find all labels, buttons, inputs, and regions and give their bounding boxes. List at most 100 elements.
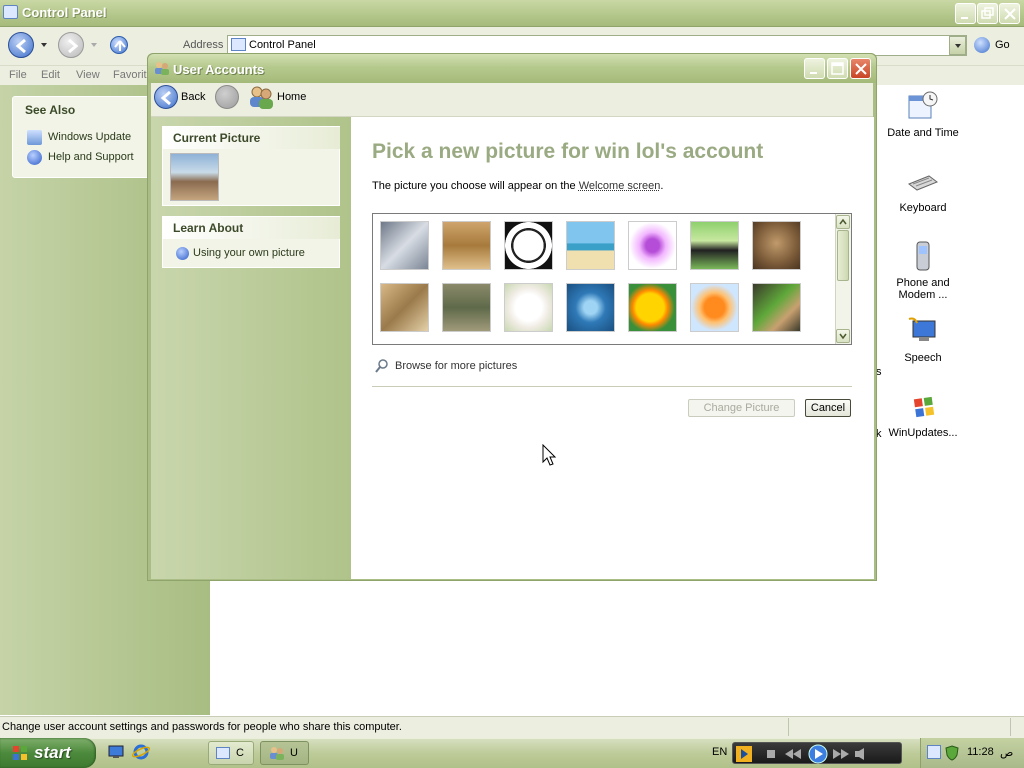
- menu-favorites[interactable]: Favorit: [113, 69, 147, 81]
- picture-option-car[interactable]: [690, 221, 739, 270]
- divider: [372, 386, 852, 387]
- speech-item[interactable]: Speech: [878, 352, 968, 364]
- keyboard-icon[interactable]: [907, 170, 939, 194]
- home-label[interactable]: Home: [277, 91, 306, 103]
- control-panel-icon: [3, 5, 18, 19]
- help-and-support-link[interactable]: Help and Support: [48, 151, 134, 163]
- minimize-icon: [961, 17, 968, 19]
- internet-explorer-icon[interactable]: [131, 744, 151, 760]
- picture-option-dog[interactable]: [504, 283, 553, 332]
- page-description: The picture you choose will appear on th…: [372, 180, 664, 192]
- picture-option-frog[interactable]: [752, 283, 801, 332]
- restore-icon: [981, 7, 994, 19]
- address-dropdown-button[interactable]: [949, 36, 966, 55]
- windows-flag-icon[interactable]: [912, 395, 936, 419]
- picture-option-butterfly[interactable]: [628, 221, 677, 270]
- picture-option-airplane[interactable]: [380, 221, 429, 270]
- forward-arrow-icon: [68, 38, 79, 54]
- date-and-time-item[interactable]: Date and Time: [878, 127, 968, 139]
- maximize-icon: [831, 62, 844, 75]
- close-button[interactable]: [999, 3, 1020, 24]
- close-icon: [855, 63, 867, 75]
- status-divider: [1010, 718, 1011, 736]
- minimize-button[interactable]: [955, 3, 976, 24]
- back-button[interactable]: [8, 32, 34, 58]
- change-picture-button[interactable]: Change Picture: [688, 399, 795, 417]
- picture-option-drip[interactable]: [566, 283, 615, 332]
- windows-update-link[interactable]: Windows Update: [48, 131, 131, 143]
- control-panel-icon: [216, 747, 230, 759]
- phone-icon[interactable]: [914, 240, 932, 272]
- user-accounts-icon: [154, 61, 169, 75]
- home-users-icon[interactable]: [248, 85, 274, 109]
- tray-control-panel-icon[interactable]: [927, 745, 941, 759]
- menu-file[interactable]: File: [9, 69, 27, 81]
- forward-dropdown-icon[interactable]: [91, 43, 97, 47]
- address-value[interactable]: Control Panel: [249, 39, 316, 51]
- go-arrow-icon[interactable]: [974, 37, 990, 53]
- up-arrow-icon: [114, 40, 126, 51]
- security-shield-icon[interactable]: [944, 745, 960, 761]
- menu-edit[interactable]: Edit: [41, 69, 60, 81]
- taskbar-item-user-accounts[interactable]: U: [260, 741, 309, 765]
- back-button[interactable]: [154, 85, 178, 109]
- start-label[interactable]: start: [34, 743, 71, 763]
- media-player-toolbar[interactable]: [732, 742, 902, 764]
- picture-option-cat[interactable]: [752, 221, 801, 270]
- cancel-button[interactable]: Cancel: [805, 399, 851, 417]
- language-indicator[interactable]: EN: [712, 746, 727, 758]
- window-title: Control Panel: [22, 5, 107, 20]
- learn-about-title: Learn About: [173, 221, 244, 235]
- scroll-down-button[interactable]: [836, 329, 850, 343]
- close-icon: [1004, 8, 1016, 20]
- back-dropdown-icon[interactable]: [41, 43, 47, 47]
- up-folder-button[interactable]: [110, 36, 128, 54]
- back-label[interactable]: Back: [181, 91, 205, 103]
- menu-view[interactable]: View: [76, 69, 100, 81]
- taskbar-item-control-panel[interactable]: C: [208, 741, 254, 765]
- forward-button[interactable]: [215, 85, 239, 109]
- windows-update-icon: [27, 130, 42, 145]
- picture-option-soccer-ball[interactable]: [504, 221, 553, 270]
- phone-and-modem-item[interactable]: Phone and Modem ...: [878, 277, 968, 301]
- picture-option-chess[interactable]: [380, 283, 429, 332]
- control-panel-icon: [231, 38, 246, 51]
- address-label: Address: [183, 39, 224, 51]
- speech-icon[interactable]: [907, 315, 939, 347]
- welcome-screen-link[interactable]: Welcome screen: [579, 180, 661, 192]
- using-your-own-picture-link[interactable]: Using your own picture: [193, 247, 305, 259]
- picture-option-duck[interactable]: [628, 283, 677, 332]
- help-icon: [27, 150, 42, 165]
- maximize-button[interactable]: [827, 58, 848, 79]
- search-icon: [375, 359, 389, 373]
- browse-for-more-pictures-link[interactable]: Browse for more pictures: [395, 360, 517, 372]
- minimize-button[interactable]: [804, 58, 825, 79]
- control-panel-titlebar: [0, 0, 1024, 27]
- back-arrow-icon: [160, 90, 171, 106]
- close-button[interactable]: [850, 58, 871, 79]
- taskbar-item-label: C: [236, 747, 244, 759]
- page-heading: Pick a new picture for win lol's account: [372, 140, 764, 163]
- go-button[interactable]: Go: [995, 39, 1010, 51]
- help-icon: [176, 247, 189, 260]
- taskbar-item-label: U: [290, 747, 298, 759]
- clock[interactable]: 11:28: [967, 746, 994, 758]
- current-account-picture: [170, 153, 219, 201]
- picture-option-robot[interactable]: [442, 221, 491, 270]
- show-desktop-icon[interactable]: [108, 745, 124, 759]
- media-controls-icon: [736, 744, 864, 764]
- user-accounts-icon: [269, 746, 285, 760]
- keyboard-item[interactable]: Keyboard: [878, 202, 968, 214]
- chevron-up-icon: [839, 218, 847, 225]
- back-arrow-icon: [15, 38, 26, 54]
- scroll-thumb[interactable]: [837, 230, 849, 281]
- see-also-title: See Also: [25, 103, 76, 117]
- calendar-clock-icon[interactable]: [907, 90, 939, 122]
- picture-option-beach[interactable]: [566, 221, 615, 270]
- picture-option-dirt-bike[interactable]: [442, 283, 491, 332]
- picture-option-fish[interactable]: [690, 283, 739, 332]
- scroll-up-button[interactable]: [836, 215, 850, 229]
- maximize-button[interactable]: [977, 3, 998, 24]
- winupdates-item[interactable]: WinUpdates...: [878, 427, 968, 439]
- forward-button[interactable]: [58, 32, 84, 58]
